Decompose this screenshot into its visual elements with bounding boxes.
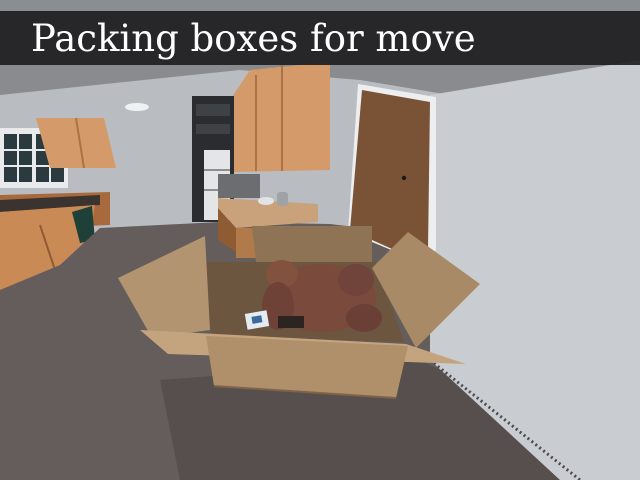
ceiling-light xyxy=(125,103,149,111)
door-knob xyxy=(401,175,407,181)
kettle xyxy=(277,192,288,206)
game-viewport[interactable] xyxy=(0,0,640,480)
objective-title: Packing boxes for move xyxy=(31,17,476,60)
objective-banner: Packing boxes for move xyxy=(0,11,640,65)
teddy-bear[interactable] xyxy=(262,260,382,332)
upper-cabinet-center xyxy=(230,62,330,172)
plate xyxy=(258,197,274,205)
kitchen-scene xyxy=(0,60,640,480)
microwave xyxy=(218,174,260,198)
upper-cabinet-left xyxy=(36,118,116,168)
